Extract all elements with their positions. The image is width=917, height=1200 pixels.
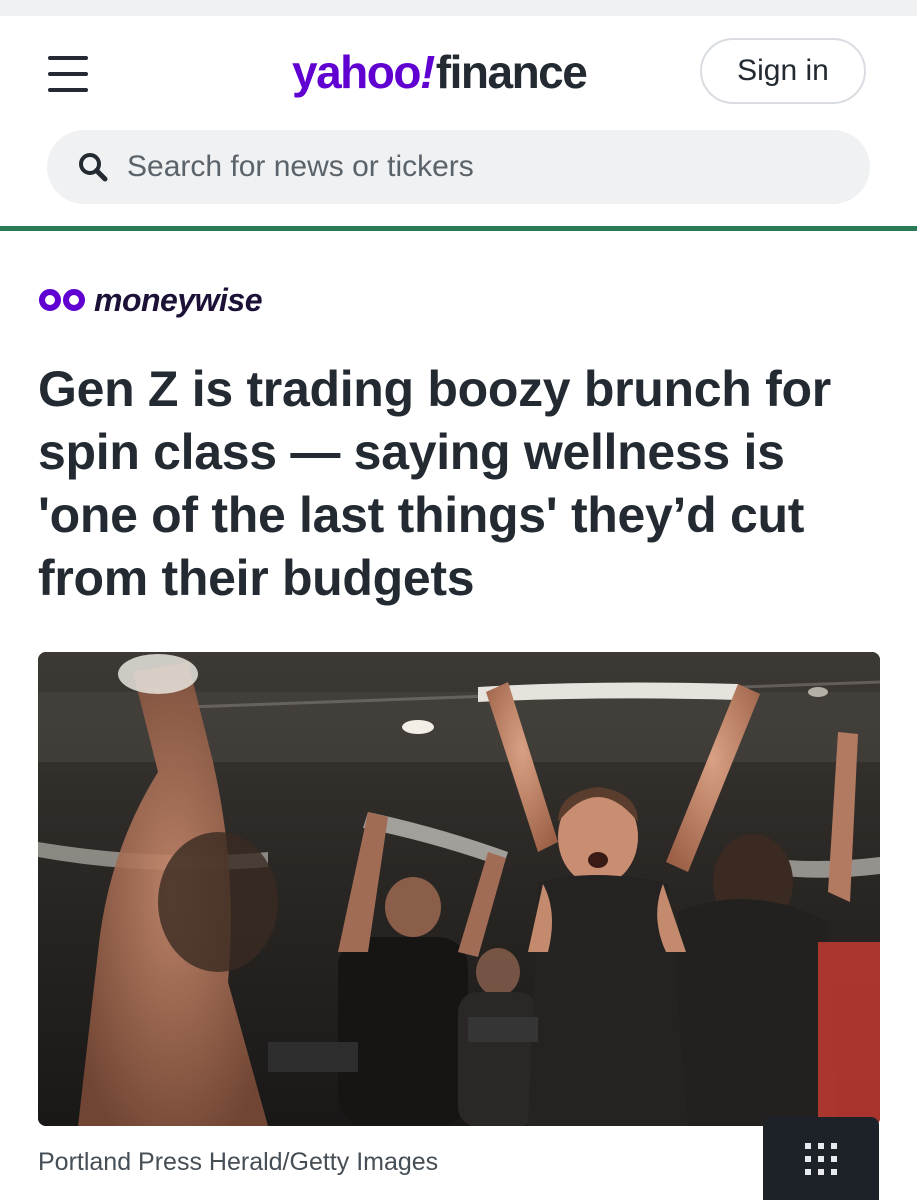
hamburger-menu-icon-bar	[48, 72, 88, 76]
menu-button[interactable]	[48, 56, 92, 92]
grid-icon	[805, 1142, 837, 1175]
article-hero-image[interactable]	[38, 652, 880, 1126]
moneywise-mark-icon	[39, 289, 85, 311]
spin-class-photo	[38, 652, 880, 1126]
article-headline: Gen Z is trading boozy brunch for spin c…	[38, 361, 831, 606]
gallery-button[interactable]	[763, 1117, 879, 1200]
search-input[interactable]: Search for news or tickers	[127, 150, 474, 184]
sign-in-button[interactable]: Sign in	[700, 38, 866, 104]
site-header: yahoo!finance Sign in Search for news or…	[0, 16, 917, 228]
hamburger-menu-icon-bar	[48, 88, 88, 92]
logo-brand: yahoo	[292, 46, 421, 98]
yahoo-finance-logo[interactable]: yahoo!finance	[292, 42, 588, 102]
hamburger-menu-icon	[48, 56, 88, 60]
moneywise-logo[interactable]: moneywise	[38, 281, 263, 318]
logo-bang: !	[419, 46, 435, 98]
search-icon	[79, 153, 108, 182]
search-bar[interactable]: Search for news or tickers	[47, 130, 870, 204]
status-strip	[0, 0, 917, 16]
header-divider	[0, 226, 917, 231]
source-name: moneywise	[94, 281, 263, 318]
logo-product: finance	[435, 46, 588, 98]
image-caption: Portland Press Herald/Getty Images	[38, 1148, 439, 1176]
